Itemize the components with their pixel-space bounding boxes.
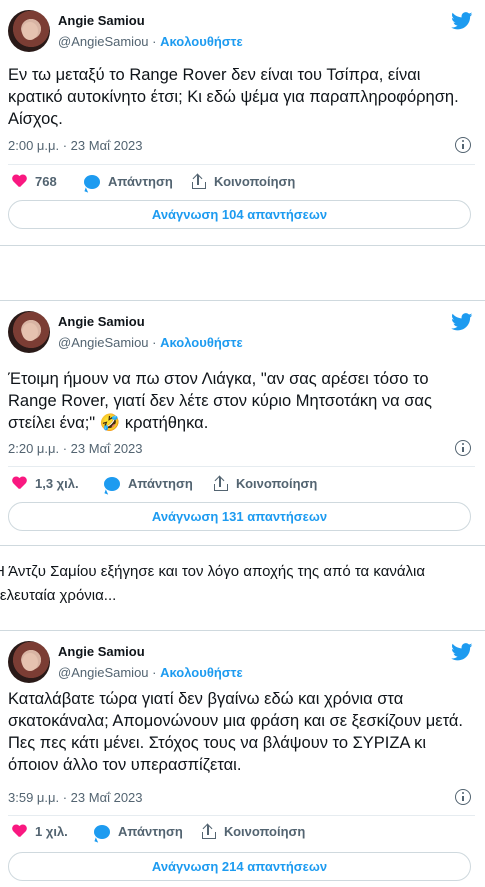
separator: ·	[148, 665, 161, 680]
author-name[interactable]: Angie Samiou	[58, 13, 145, 28]
author-handle[interactable]: @AngieSamiou	[58, 665, 149, 680]
like-button[interactable]: 768	[12, 174, 57, 189]
read-replies-button[interactable]: Ανάγνωση 131 απαντήσεων	[8, 502, 471, 531]
heart-icon	[12, 477, 27, 491]
author-handle[interactable]: @AngieSamiou	[58, 34, 149, 49]
read-replies-button[interactable]: Ανάγνωση 214 απαντήσεων	[8, 852, 471, 881]
tweet-text: Καταλάβατε τώρα γιατί δεν βγαίνω εδώ και…	[8, 690, 463, 774]
avatar[interactable]	[8, 311, 50, 353]
avatar[interactable]	[8, 10, 50, 52]
reply-button[interactable]: Απάντηση	[94, 824, 183, 839]
share-label: Κοινοποίηση	[214, 174, 296, 189]
follow-button[interactable]: Ακολουθήστε	[160, 335, 243, 350]
follow-button[interactable]: Ακολουθήστε	[160, 34, 243, 49]
info-icon[interactable]	[455, 789, 471, 805]
reply-label: Απάντηση	[108, 174, 173, 189]
share-icon	[192, 173, 206, 189]
reply-button[interactable]: Απάντηση	[104, 476, 193, 491]
author-name[interactable]: Angie Samiou	[58, 314, 145, 329]
heart-icon	[12, 825, 27, 839]
avatar[interactable]	[8, 641, 50, 683]
share-button[interactable]: Κοινοποίηση	[192, 173, 296, 189]
share-label: Κοινοποίηση	[224, 824, 306, 839]
reply-bubble-icon	[84, 174, 100, 189]
article-paragraph: Η Άντζυ Σαμίου εξήγησε και τον λόγο αποχ…	[0, 560, 485, 608]
reply-label: Απάντηση	[118, 824, 183, 839]
follow-button[interactable]: Ακολουθήστε	[160, 665, 243, 680]
like-count: 1 χιλ.	[35, 824, 68, 839]
divider	[8, 164, 475, 165]
author-handle[interactable]: @AngieSamiou	[58, 335, 149, 350]
tweet-header: Angie Samiou @AngieSamiou · Ακολουθήστε	[8, 641, 475, 685]
tweet-text: Έτοιμη ήμουν να πω στον Λιάγκα, "αν σας …	[8, 370, 432, 432]
timestamp[interactable]: 3:59 μ.μ. · 23 Μαΐ 2023	[8, 790, 143, 805]
twitter-bird-icon[interactable]	[451, 313, 473, 331]
tweet-header: Angie Samiou @AngieSamiou · Ακολουθήστε	[8, 311, 475, 355]
separator: ·	[148, 335, 161, 350]
like-button[interactable]: 1,3 χιλ.	[12, 476, 79, 491]
share-button[interactable]: Κοινοποίηση	[214, 475, 318, 491]
divider	[8, 466, 475, 467]
tweet-header: Angie Samiou @AngieSamiou · Ακολουθήστε	[8, 10, 475, 54]
tweet-actions: 1,3 χιλ. Απάντηση Κοινοποίηση	[8, 475, 475, 496]
twitter-bird-icon[interactable]	[451, 12, 473, 30]
handle-line: @AngieSamiou · Ακολουθήστε	[58, 34, 243, 49]
handle-line: @AngieSamiou · Ακολουθήστε	[58, 665, 243, 680]
tweet-meta: 3:59 μ.μ. · 23 Μαΐ 2023	[8, 789, 475, 805]
like-count: 768	[35, 174, 57, 189]
reply-label: Απάντηση	[128, 476, 193, 491]
timestamp[interactable]: 2:20 μ.μ. · 23 Μαΐ 2023	[8, 441, 143, 456]
info-icon[interactable]	[455, 440, 471, 456]
tweet-text: Εν τω μεταξύ το Range Rover δεν είναι το…	[8, 66, 459, 128]
share-icon	[202, 823, 216, 839]
divider	[8, 815, 475, 816]
separator: ·	[148, 34, 161, 49]
like-count: 1,3 χιλ.	[35, 476, 79, 491]
tweet-actions: 768 Απάντηση Κοινοποίηση	[8, 173, 475, 194]
twitter-bird-icon[interactable]	[451, 643, 473, 661]
handle-line: @AngieSamiou · Ακολουθήστε	[58, 335, 243, 350]
timestamp[interactable]: 2:00 μ.μ. · 23 Μαΐ 2023	[8, 138, 143, 153]
heart-icon	[12, 175, 27, 189]
tweet-meta: 2:00 μ.μ. · 23 Μαΐ 2023	[8, 137, 475, 153]
reply-button[interactable]: Απάντηση	[84, 174, 173, 189]
reply-bubble-icon	[104, 476, 120, 491]
like-button[interactable]: 1 χιλ.	[12, 824, 68, 839]
info-icon[interactable]	[455, 137, 471, 153]
article-line: τελευταία χρόνια...	[0, 587, 117, 604]
tweet-actions: 1 χιλ. Απάντηση Κοινοποίηση	[8, 823, 475, 844]
author-name[interactable]: Angie Samiou	[58, 644, 145, 659]
share-label: Κοινοποίηση	[236, 476, 318, 491]
article-line: Η Άντζυ Σαμίου εξήγησε και τον λόγο αποχ…	[0, 563, 426, 580]
tweet-meta: 2:20 μ.μ. · 23 Μαΐ 2023	[8, 440, 475, 456]
read-replies-button[interactable]: Ανάγνωση 104 απαντήσεων	[8, 200, 471, 229]
share-icon	[214, 475, 228, 491]
reply-bubble-icon	[94, 824, 110, 839]
share-button[interactable]: Κοινοποίηση	[202, 823, 306, 839]
